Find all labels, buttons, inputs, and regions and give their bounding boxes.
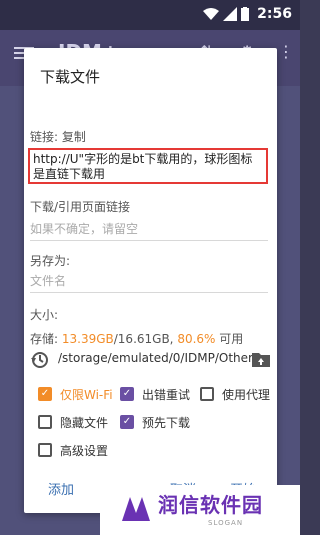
checkbox-retry[interactable]: ✓ — [120, 387, 134, 401]
history-icon[interactable] — [30, 350, 50, 370]
checkbox-advanced[interactable] — [38, 443, 52, 457]
checkbox-proxy[interactable] — [200, 387, 214, 401]
storage-percent: 80.6% — [177, 332, 216, 346]
referer-underline — [30, 240, 268, 241]
filename-underline — [30, 292, 268, 293]
option-proxy[interactable]: 使用代理 — [200, 384, 270, 404]
filename-input[interactable]: 文件名 — [30, 272, 66, 289]
checkbox-hide-file[interactable] — [38, 415, 52, 429]
checkbox-schedule[interactable]: ✓ — [120, 415, 134, 429]
download-dialog: 下载文件 链接: 复制 http://U"字形的是bt下载用的，球形图标是直链下… — [24, 48, 277, 513]
referer-input[interactable]: 如果不确定，请留空 — [30, 220, 138, 237]
watermark-slogan: SLOGAN — [208, 519, 244, 527]
option-hide-file[interactable]: 隐藏文件 — [38, 412, 108, 432]
save-path[interactable]: /storage/emulated/0/IDMP/Others — [58, 351, 259, 365]
watermark-text: 润信软件园 — [158, 493, 263, 517]
option-wifi-only[interactable]: ✓ 仅限Wi-Fi — [38, 384, 113, 404]
storage-info: 存储: 13.39GB/16.61GB, 80.6% 可用 — [30, 332, 244, 346]
option-advanced[interactable]: 高级设置 — [38, 440, 108, 460]
wifi-icon — [203, 8, 220, 20]
status-bar: 2:56 — [0, 0, 300, 30]
signal-icon — [223, 7, 238, 21]
watermark-banner: 润信软件园 SLOGAN — [100, 485, 300, 535]
more-icon[interactable]: ⋮ — [278, 42, 294, 61]
storage-free: 13.39GB — [61, 332, 114, 346]
option-schedule[interactable]: ✓ 预先下载 — [120, 412, 190, 432]
watermark-logo-icon — [122, 497, 150, 521]
dialog-title: 下载文件 — [40, 68, 101, 86]
folder-upload-icon[interactable] — [252, 351, 270, 367]
path-row: /storage/emulated/0/IDMP/Others — [30, 348, 270, 372]
url-field[interactable]: http://U"字形的是bt下载用的，球形图标是直链下载用 — [28, 148, 268, 184]
referer-label: 下载/引用页面链接 — [30, 200, 131, 214]
option-retry[interactable]: ✓ 出错重试 — [120, 384, 190, 404]
add-button[interactable]: 添加 — [48, 479, 74, 498]
saveas-label: 另存为: — [30, 254, 71, 268]
size-label: 大小: — [30, 308, 59, 322]
link-label[interactable]: 链接: 复制 — [30, 128, 86, 145]
status-icons: 2:56 — [203, 6, 292, 22]
checkbox-wifi-only[interactable]: ✓ — [38, 387, 52, 401]
battery-icon — [241, 7, 250, 21]
status-time: 2:56 — [257, 6, 292, 22]
